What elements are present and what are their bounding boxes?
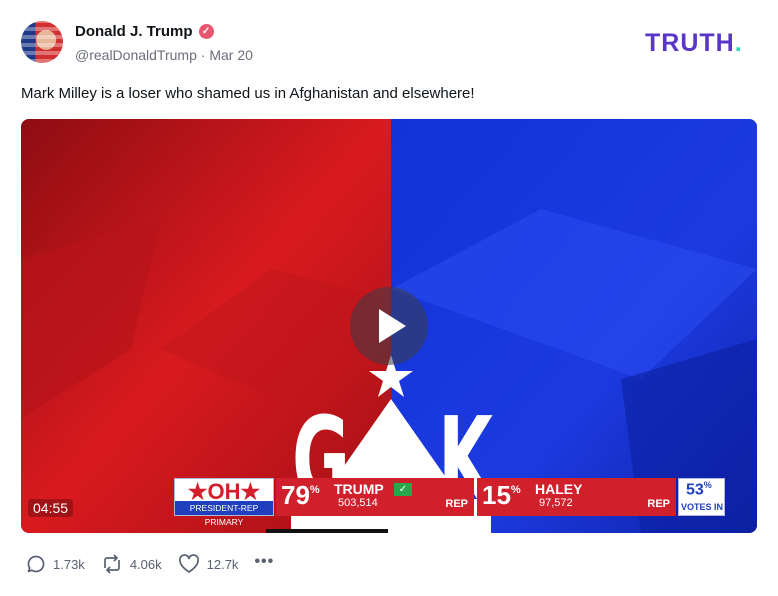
pct-value: 79: [281, 480, 310, 510]
candidate-votes: 97,572: [539, 497, 573, 509]
retruth-count: 4.06k: [129, 556, 162, 572]
author-meta: @realDonaldTrump · Mar 20: [75, 47, 253, 63]
avatar[interactable]: [21, 21, 63, 63]
candidate-pct: 15%: [482, 480, 521, 510]
author-row: Donald J. Trump ✓: [75, 23, 214, 40]
post-date[interactable]: Mar 20: [209, 47, 253, 63]
votes-in-pct: 53%: [686, 480, 712, 499]
candidate-haley: 15% HALEY 97,572 REP: [477, 478, 676, 516]
race-label: PRESIDENT-REP PRIMARY: [175, 501, 273, 527]
like-count: 12.7k: [206, 556, 239, 572]
state-box: ★OH★ PRESIDENT-REP PRIMARY: [174, 478, 274, 527]
retruth-icon: [103, 554, 120, 574]
reply-icon: [27, 555, 45, 573]
candidate-votes: 503,514: [338, 497, 378, 509]
like-button[interactable]: 12.7k: [178, 554, 239, 574]
reply-button[interactable]: 1.73k: [26, 554, 85, 574]
action-bar: 1.73k 4.06k 12.7k •••: [26, 553, 274, 574]
candidate-pct: 79%: [281, 480, 320, 510]
results-banner: ★OH★ PRESIDENT-REP PRIMARY 79% TRUMP ✓ 5…: [174, 478, 725, 527]
author-handle[interactable]: @realDonaldTrump: [75, 47, 197, 63]
votes-in-value: 53: [686, 481, 704, 499]
post-text: Mark Milley is a loser who shamed us in …: [21, 85, 475, 102]
winner-check-icon: ✓: [394, 483, 412, 496]
votes-in-box: 53% VOTES IN: [678, 478, 725, 516]
candidate-name: TRUMP: [334, 481, 384, 497]
candidate-party: REP: [445, 498, 468, 510]
author-name[interactable]: Donald J. Trump: [75, 23, 193, 40]
pct-value: 15: [482, 480, 511, 510]
logo-text: TRUTH: [645, 29, 735, 57]
candidate-name: HALEY: [535, 481, 583, 497]
verified-icon: ✓: [198, 24, 214, 39]
more-icon[interactable]: •••: [254, 553, 274, 571]
candidate-party: REP: [647, 498, 670, 510]
meta-separator: ·: [200, 47, 206, 63]
like-icon: [178, 554, 199, 573]
truth-logo[interactable]: TRUTH.: [645, 29, 743, 58]
video-duration: 04:55: [28, 499, 74, 517]
reply-count: 1.73k: [53, 556, 85, 572]
video-player[interactable]: G K ★OH★ PRESIDENT-REP PRIMARY 79% TRUMP…: [21, 119, 757, 533]
video-progress-bar[interactable]: [266, 529, 388, 533]
logo-dot: .: [734, 29, 743, 57]
candidate-trump: 79% TRUMP ✓ 503,514 REP: [276, 478, 474, 516]
retruth-button[interactable]: 4.06k: [101, 554, 162, 574]
votes-in-label: VOTES IN: [681, 502, 724, 512]
play-icon[interactable]: [350, 287, 428, 365]
